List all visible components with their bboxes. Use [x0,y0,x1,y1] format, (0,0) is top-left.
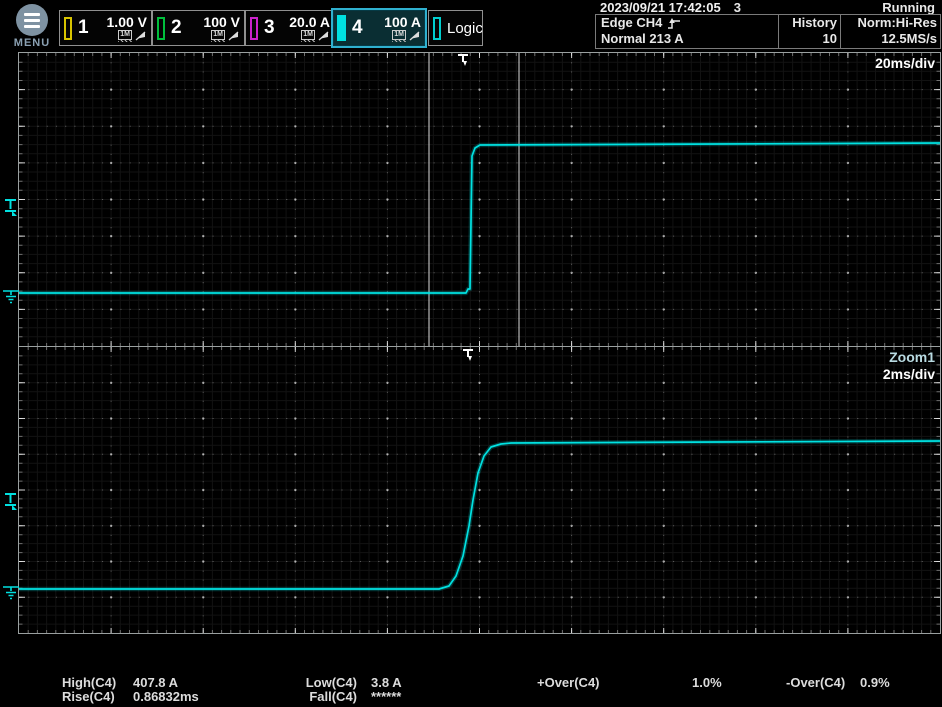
measure-rise-value: 0.86832ms [133,690,199,704]
menu-button[interactable]: MENU [8,2,56,49]
measure-pover-value: 1.0% [692,676,722,690]
trigger-info-cell[interactable]: Edge CH4 Normal 213 A [596,15,778,48]
channel-4-box-active[interactable]: 4 100 A 1M [331,8,427,48]
trigger-source: Edge CH4 [601,15,662,31]
measure-low-label: Low(C4) [288,676,357,690]
measure-rise-label: Rise(C4) [62,690,115,704]
acq-mode: Norm:Hi-Res [844,15,937,31]
channel-3-box[interactable]: 3 20.0 A 1M [245,10,335,46]
measure-pover-label: +Over(C4) [537,676,600,690]
trigger-level-marker-icon[interactable] [3,198,19,217]
impedance-1M-icon: 1M [211,30,225,40]
acquisition-cell[interactable]: Norm:Hi-Res 12.5MS/s [840,15,940,48]
measure-high-value: 407.8 A [133,676,178,690]
logic-color-bracket [433,17,441,40]
channel-1-box[interactable]: 1 1.00 V 1M [59,10,152,46]
zoom-waveform-window[interactable] [18,346,941,634]
impedance-1M-icon: 1M [118,30,132,40]
impedance-1M-icon: 1M [301,30,315,40]
channel-2-number: 2 [171,17,182,39]
zoom-graticule [19,347,940,633]
logic-label: Logic [447,20,483,37]
measure-nover-label: -Over(C4) [786,676,845,690]
channel-1-color-bracket [64,17,72,40]
history-label: History [782,15,837,31]
channel-3-color-bracket [250,17,258,40]
ground-level-marker-icon[interactable] [2,585,20,600]
acquisition-count: 3 [690,0,741,15]
history-cell[interactable]: History 10 [778,15,840,48]
status-strip: Edge CH4 Normal 213 A History 10 Norm:Hi… [595,14,941,49]
channel-3-number: 3 [264,17,275,39]
rising-edge-icon [667,17,681,30]
main-timebase: 20ms/div [875,55,935,71]
channel-2-scale: 100 V [203,14,240,30]
run-state: Running [882,0,935,15]
ground-level-marker-icon[interactable] [2,289,20,304]
probe-icon [228,30,240,41]
measure-fall-value: ****** [371,690,401,704]
channel-2-color-bracket [157,17,165,40]
measure-low-value: 3.8 A [371,676,402,690]
channel-1-scale: 1.00 V [107,14,147,30]
logic-box[interactable]: Logic [428,10,483,46]
trigger-position-marker-icon[interactable] [456,53,471,68]
menu-label: MENU [8,37,56,49]
probe-icon [409,30,421,41]
main-waveform-window[interactable] [18,52,941,347]
probe-icon [318,30,330,41]
trigger-position-marker-icon[interactable] [461,348,476,363]
measure-high-label: High(C4) [62,676,116,690]
probe-icon [135,30,147,41]
trigger-setting: Normal 213 A [601,31,775,47]
zoom-window-name: Zoom1 [889,349,935,365]
channel-4-color-bracket [337,15,346,41]
channel-3-scale: 20.0 A [289,14,330,30]
channel-2-box[interactable]: 2 100 V 1M [152,10,245,46]
channel-4-number: 4 [352,17,363,39]
zoom-timebase: 2ms/div [883,366,935,382]
oscilloscope-screen: MENU 1 1.00 V 1M 2 100 V 1M 3 20.0 A [0,0,942,707]
trigger-level-marker-icon[interactable] [3,492,19,511]
channel-1-number: 1 [78,17,89,39]
sample-rate: 12.5MS/s [844,31,937,47]
measure-nover-value: 0.9% [860,676,890,690]
hamburger-menu-icon [16,4,48,36]
history-value: 10 [782,31,837,47]
channel-4-scale: 100 A [384,14,421,30]
measure-fall-label: Fall(C4) [288,690,357,704]
main-graticule [19,53,940,346]
impedance-1M-icon: 1M [392,30,406,40]
